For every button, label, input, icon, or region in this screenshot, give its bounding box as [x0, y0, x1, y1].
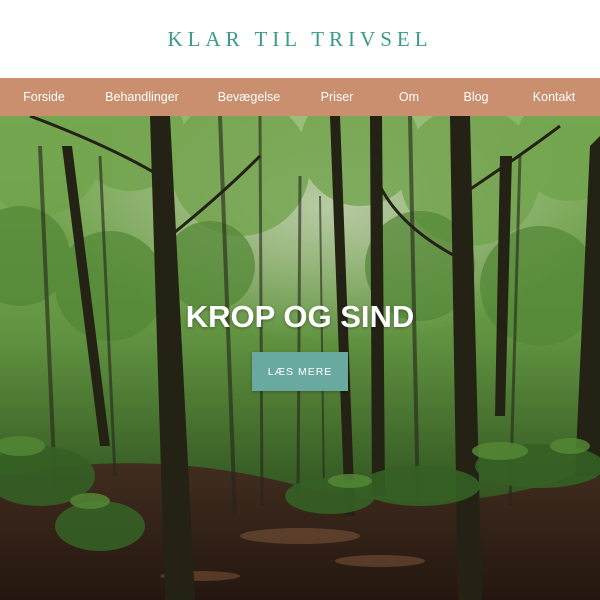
nav-item-om[interactable]: Om [399, 78, 419, 116]
nav-item-behandlinger[interactable]: Behandlinger [105, 78, 179, 116]
nav-item-bevaegelse[interactable]: Bevægelse [218, 78, 281, 116]
nav-item-priser[interactable]: Priser [321, 78, 354, 116]
nav-item-forside[interactable]: Forside [23, 78, 65, 116]
site-title-link[interactable]: KLAR TIL TRIVSEL [167, 27, 432, 52]
site-header: KLAR TIL TRIVSEL [0, 0, 600, 78]
main-nav: Forside Behandlinger Bevægelse Priser Om… [0, 78, 600, 116]
hero-section: KROP OG SIND LÆS MERE [0, 116, 600, 600]
nav-item-kontakt[interactable]: Kontakt [533, 78, 575, 116]
hero-title: KROP OG SIND [185, 299, 415, 334]
nav-item-blog[interactable]: Blog [463, 78, 488, 116]
read-more-button[interactable]: LÆS MERE [252, 352, 348, 391]
